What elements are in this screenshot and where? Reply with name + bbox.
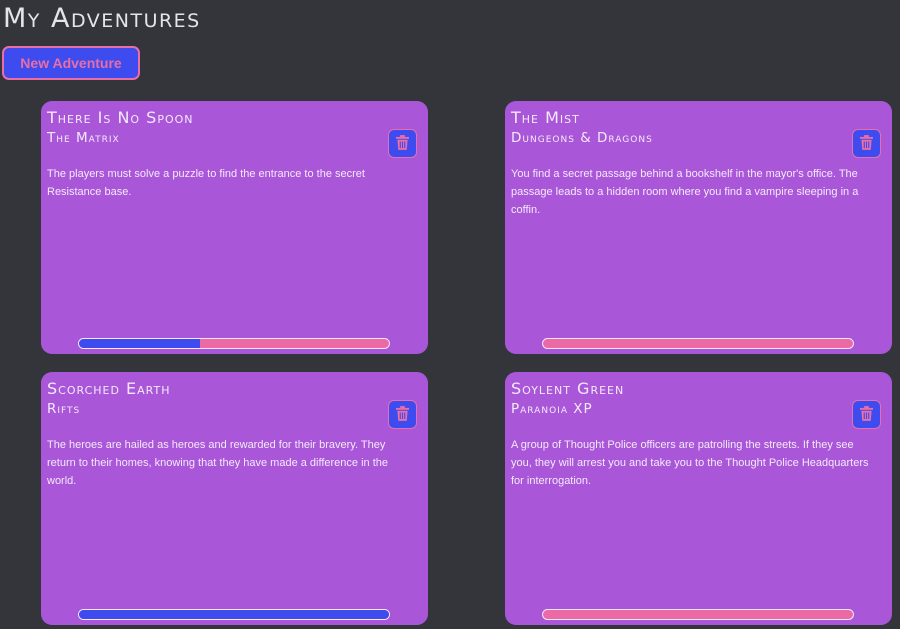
- trash-icon: [860, 134, 873, 153]
- adventure-title: There Is No Spoon: [47, 108, 194, 127]
- delete-adventure-button[interactable]: [388, 129, 417, 158]
- adventure-title: Scorched Earth: [47, 379, 171, 398]
- progress-bar: [78, 338, 390, 349]
- adventure-title: The Mist: [511, 108, 580, 127]
- adventure-description: The players must solve a puzzle to find …: [47, 168, 365, 198]
- trash-icon: [396, 405, 409, 424]
- page-title: My Adventures: [3, 3, 201, 34]
- progress-bar: [542, 338, 854, 349]
- adventure-title: Soylent Green: [511, 379, 625, 398]
- adventure-system: The Matrix: [47, 130, 120, 146]
- adventure-system: Rifts: [47, 401, 81, 417]
- delete-adventure-button[interactable]: [852, 129, 881, 158]
- trash-icon: [396, 134, 409, 153]
- new-adventure-button[interactable]: New Adventure: [2, 46, 140, 80]
- progress-bar-fill: [79, 339, 200, 348]
- progress-bar: [78, 609, 390, 620]
- delete-adventure-button[interactable]: [852, 400, 881, 429]
- adventure-card[interactable]: The Mist Dungeons & Dragons You find a s…: [505, 101, 892, 354]
- progress-bar-fill: [79, 610, 389, 619]
- adventure-card[interactable]: Soylent Green Paranoia XP A group of Tho…: [505, 372, 892, 625]
- delete-adventure-button[interactable]: [388, 400, 417, 429]
- progress-bar: [542, 609, 854, 620]
- adventure-system: Paranoia XP: [511, 401, 593, 417]
- adventure-card[interactable]: Scorched Earth Rifts The heroes are hail…: [41, 372, 428, 625]
- adventure-description: A group of Thought Police officers are p…: [511, 439, 869, 487]
- trash-icon: [860, 405, 873, 424]
- adventure-description: The heroes are hailed as heroes and rewa…: [47, 439, 388, 487]
- adventure-system: Dungeons & Dragons: [511, 130, 653, 146]
- adventure-description: You find a secret passage behind a books…: [511, 168, 859, 216]
- adventure-card[interactable]: There Is No Spoon The Matrix The players…: [41, 101, 428, 354]
